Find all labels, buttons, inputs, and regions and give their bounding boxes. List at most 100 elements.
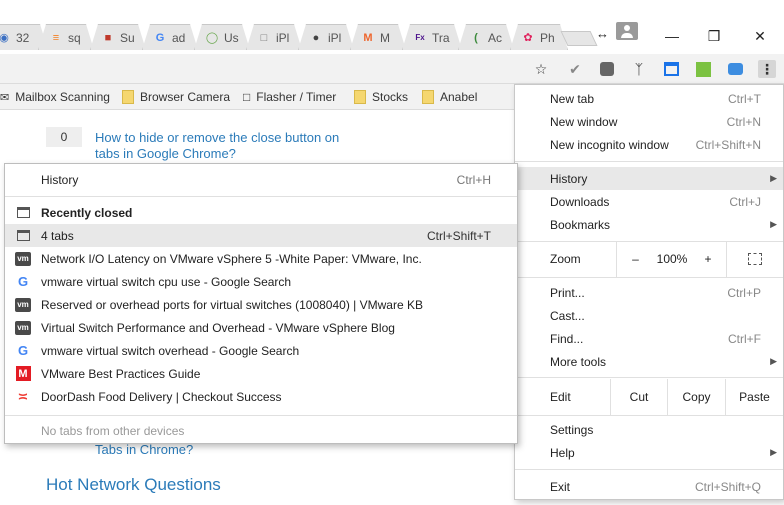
question-link[interactable]: How to hide or remove the close button o… bbox=[95, 130, 355, 162]
browser-tab[interactable]: M M bbox=[350, 24, 406, 50]
browser-tab[interactable]: G ad bbox=[142, 24, 198, 50]
bookmark-mailbox-scanning[interactable]: ✉ Mailbox Scanning bbox=[0, 89, 110, 105]
mailbox-icon: ✉ bbox=[0, 91, 10, 104]
bookmark-browser-camera[interactable]: Browser Camera bbox=[122, 89, 230, 105]
restore-button[interactable]: ❒ bbox=[704, 26, 724, 46]
menu-label: More tools bbox=[550, 354, 607, 369]
menu-new-tab[interactable]: New tab Ctrl+T bbox=[515, 87, 783, 110]
menu-label: Exit bbox=[550, 479, 571, 494]
shortcut-label: Ctrl+H bbox=[456, 172, 491, 187]
circle-icon: ◯ bbox=[205, 32, 219, 44]
tab-title: M bbox=[380, 30, 390, 45]
folder-icon bbox=[354, 90, 366, 104]
shortcut-label: Ctrl+J bbox=[729, 194, 761, 209]
close-window-button[interactable]: ✕ bbox=[750, 26, 770, 46]
menu-new-window[interactable]: New window Ctrl+N bbox=[515, 110, 783, 133]
menu-label: Downloads bbox=[550, 194, 610, 209]
tab-title: Ac bbox=[488, 30, 503, 45]
browser-tab[interactable]: ✿ Ph bbox=[510, 24, 568, 50]
submenu-arrow-icon: ▶ bbox=[770, 219, 777, 229]
submenu-arrow-icon: ▶ bbox=[770, 447, 777, 457]
separator bbox=[515, 469, 783, 470]
submenu-arrow-icon: ▶ bbox=[770, 356, 777, 366]
profile-avatar-icon[interactable] bbox=[616, 22, 638, 40]
tab-title: ad bbox=[172, 30, 186, 45]
shortcut-label: Ctrl+N bbox=[726, 114, 761, 129]
history-item[interactable]: vm Virtual Switch Performance and Overhe… bbox=[5, 316, 517, 339]
extension-pocket-icon[interactable] bbox=[598, 60, 616, 78]
chrome-menu-icon[interactable]: ⋮ bbox=[758, 60, 776, 78]
history-item[interactable]: ≍ DoorDash Food Delivery | Checkout Succ… bbox=[5, 385, 517, 408]
submenu-arrow-icon: ▶ bbox=[770, 173, 777, 183]
separator bbox=[515, 277, 783, 278]
stack-icon: ≡ bbox=[52, 31, 60, 44]
bookmark-label: Flasher / Timer bbox=[256, 90, 337, 104]
tab-title: iPl bbox=[328, 30, 342, 45]
browser-tab[interactable]: Fx Tra bbox=[402, 24, 462, 50]
history-item-4-tabs[interactable]: 4 tabs Ctrl+Shift+T bbox=[5, 224, 517, 247]
browser-tab[interactable]: ≡ sq bbox=[38, 24, 94, 50]
fullscreen-button[interactable] bbox=[726, 241, 783, 277]
question-link-partial[interactable]: Tabs in Chrome? bbox=[95, 442, 193, 458]
history-item[interactable]: M VMware Best Practices Guide bbox=[5, 362, 517, 385]
browser-tab[interactable]: ■ Su bbox=[90, 24, 146, 50]
vote-count: 0 bbox=[46, 127, 82, 147]
cut-button[interactable]: Cut bbox=[610, 379, 667, 415]
bookmark-flasher-timer[interactable]: □ Flasher / Timer bbox=[243, 89, 336, 105]
paste-button[interactable]: Paste bbox=[725, 379, 783, 415]
zoom-in-button[interactable]: + bbox=[690, 241, 726, 277]
history-item-label: VMware Best Practices Guide bbox=[41, 366, 201, 381]
bookmark-stocks[interactable]: Stocks bbox=[354, 89, 408, 105]
extension-window-icon[interactable] bbox=[662, 60, 680, 78]
menu-find[interactable]: Find... Ctrl+F bbox=[515, 327, 783, 350]
history-item[interactable]: G vmware virtual switch cpu use - Google… bbox=[5, 270, 517, 293]
history-menu-item[interactable]: History Ctrl+H bbox=[5, 168, 517, 191]
zoom-out-button[interactable]: – bbox=[616, 241, 654, 277]
menu-new-incognito-window[interactable]: New incognito window Ctrl+Shift+N bbox=[515, 133, 783, 156]
menu-print[interactable]: Print... Ctrl+P bbox=[515, 281, 783, 304]
window-icon bbox=[15, 205, 31, 221]
menu-settings[interactable]: Settings bbox=[515, 418, 783, 441]
google-icon: G bbox=[155, 31, 165, 44]
menu-bookmarks[interactable]: Bookmarks ▶ bbox=[515, 213, 783, 236]
new-tab-button[interactable] bbox=[560, 31, 598, 46]
menu-label: New window bbox=[550, 114, 618, 129]
menu-more-tools[interactable]: More tools ▶ bbox=[515, 350, 783, 373]
menu-label: Help bbox=[550, 445, 575, 460]
tab-title: iPl bbox=[276, 30, 290, 45]
edit-row: Edit Cut Copy Paste bbox=[515, 379, 783, 415]
bookmark-label: Mailbox Scanning bbox=[15, 90, 110, 104]
browser-tab[interactable]: □ iPl bbox=[246, 24, 302, 50]
bookmark-label: Anabel bbox=[440, 90, 478, 104]
browser-tab[interactable]: ● iPl bbox=[298, 24, 354, 50]
menu-exit[interactable]: Exit Ctrl+Shift+Q bbox=[515, 475, 783, 498]
history-item[interactable]: vm Network I/O Latency on VMware vSphere… bbox=[5, 247, 517, 270]
extension-tool-icon[interactable]: ✔ bbox=[566, 60, 584, 78]
menu-history[interactable]: History ▶ bbox=[515, 167, 783, 190]
separator bbox=[5, 196, 517, 197]
extension-graph-icon[interactable]: ᛉ bbox=[630, 60, 648, 78]
menu-label: Bookmarks bbox=[550, 217, 611, 232]
star-icon[interactable]: ☆ bbox=[532, 60, 550, 78]
extension-green-icon[interactable] bbox=[694, 60, 712, 78]
hot-network-questions-heading: Hot Network Questions bbox=[46, 475, 221, 494]
tab-title: Ph bbox=[540, 30, 555, 45]
bookmark-anabel[interactable]: Anabel bbox=[422, 89, 477, 105]
menu-label: Settings bbox=[550, 422, 594, 437]
history-item-label: Virtual Switch Performance and Overhead … bbox=[41, 320, 395, 335]
extension-reader-icon[interactable] bbox=[726, 60, 744, 78]
menu-downloads[interactable]: Downloads Ctrl+J bbox=[515, 190, 783, 213]
history-item[interactable]: G vmware virtual switch overhead - Googl… bbox=[5, 339, 517, 362]
tab-title: Su bbox=[120, 30, 135, 45]
copy-button[interactable]: Copy bbox=[667, 379, 725, 415]
zoom-label: Zoom bbox=[550, 252, 581, 266]
bookmark-label: Stocks bbox=[372, 90, 409, 104]
menu-help[interactable]: Help ▶ bbox=[515, 441, 783, 464]
browser-tab[interactable]: ◯ Us bbox=[194, 24, 250, 50]
history-item[interactable]: vm Reserved or overhead ports for virtua… bbox=[5, 293, 517, 316]
menu-cast[interactable]: Cast... bbox=[515, 304, 783, 327]
history-item-label: vmware virtual switch overhead - Google … bbox=[41, 343, 300, 358]
minimize-button[interactable]: — bbox=[662, 26, 682, 46]
google-icon: G bbox=[17, 274, 29, 289]
browser-tab[interactable]: ( Ac bbox=[458, 24, 514, 50]
